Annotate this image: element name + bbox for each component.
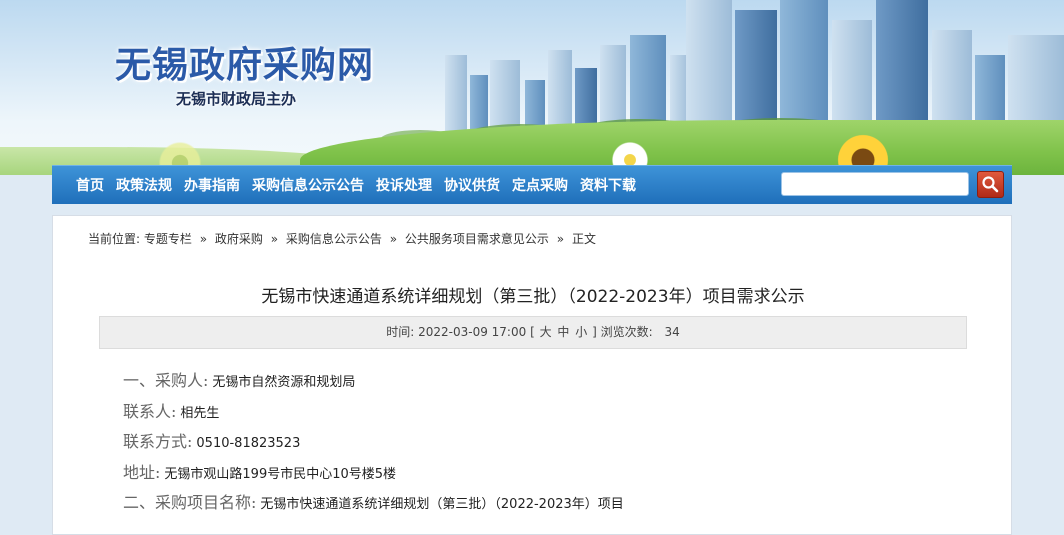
font-size-bracket-close: ] [592,325,597,339]
breadcrumb-item-gov-procurement[interactable]: 政府采购 [215,232,263,246]
article-body: 一、采购人: 无锡市自然资源和规划局 联系人: 相先生 联系方式: 0510-8182… [123,366,624,519]
line-value: 无锡市自然资源和规划局 [212,375,356,390]
line-label: 联系人: [123,401,177,421]
article-line-address: 地址: 无锡市观山路199号市民中心10号楼5楼 [123,458,624,489]
breadcrumb-separator: » [199,232,208,246]
views-label: 浏览次数: [600,325,653,339]
breadcrumb-item-current: 正文 [571,232,596,246]
breadcrumb-separator: » [270,232,279,246]
line-label: 联系方式: [123,432,193,451]
publish-time: 2022-03-09 17:00 [418,325,527,339]
nav-item-policies[interactable]: 政策法规 [116,175,172,195]
article-line-purchaser: 一、采购人: 无锡市自然资源和规划局 [123,366,624,397]
font-size-medium-link[interactable]: 中 [557,325,569,339]
line-value: 无锡市观山路199号市民中心10号楼5楼 [164,466,397,482]
nav-item-procurement-notices[interactable]: 采购信息公示公告 [252,175,364,195]
breadcrumb: 当前位置: 专题专栏 » 政府采购 » 采购信息公示公告 » 公共服务项目需求意… [88,230,596,247]
nav-item-complaints[interactable]: 投诉处理 [376,175,432,195]
line-value: 相先生 [180,405,220,421]
site-subtitle: 无锡市财政局主办 [176,90,297,108]
breadcrumb-item-special-topics[interactable]: 专题专栏 [144,232,192,246]
font-size-bracket-open: [ [530,325,535,339]
breadcrumb-separator: » [556,232,565,246]
magnifier-icon [982,176,999,193]
line-label: 地址: [123,462,161,482]
line-value: 无锡市快速通道系统详细规划（第三批）（2022-2023年）项目 [260,497,624,512]
main-nav-bar: 首页 政策法规 办事指南 采购信息公示公告 投诉处理 协议供货 定点采购 资料下… [52,165,1012,204]
nav-item-home[interactable]: 首页 [76,175,104,195]
nav-item-agreement-supply[interactable]: 协议供货 [444,175,500,195]
time-label: 时间: [386,325,415,339]
nav-item-designated-procurement[interactable]: 定点采购 [512,175,568,195]
font-size-small-link[interactable]: 小 [575,325,587,339]
views-count: 34 [664,325,680,339]
article-line-project-name: 二、采购项目名称: 无锡市快速通道系统详细规划（第三批）（2022-2023年）项… [123,488,624,519]
article-panel: 当前位置: 专题专栏 » 政府采购 » 采购信息公示公告 » 公共服务项目需求意… [52,215,1012,535]
search-button[interactable] [977,171,1004,198]
article-line-phone: 联系方式: 0510-81823523 [123,427,624,458]
line-value: 0510-81823523 [196,436,301,451]
nav-item-guide[interactable]: 办事指南 [184,175,240,195]
font-size-large-link[interactable]: 大 [540,325,552,339]
nav-menu: 首页 政策法规 办事指南 采购信息公示公告 投诉处理 协议供货 定点采购 资料下… [52,166,648,204]
breadcrumb-separator: » [389,232,398,246]
breadcrumb-prefix: 当前位置: [88,232,141,246]
breadcrumb-item-public-service-opinion[interactable]: 公共服务项目需求意见公示 [405,232,549,246]
line-label: 二、采购项目名称: [123,493,257,512]
article-title: 无锡市快速通道系统详细规划（第三批）（2022-2023年）项目需求公示 [261,287,805,307]
nav-item-downloads[interactable]: 资料下载 [580,175,636,195]
site-title: 无锡政府采购网 [115,44,375,86]
article-line-contact: 联系人: 相先生 [123,397,624,428]
site-banner: 无锡政府采购网 无锡市财政局主办 [0,0,1064,175]
search-input[interactable] [781,172,969,196]
breadcrumb-item-procurement-notices[interactable]: 采购信息公示公告 [286,232,382,246]
line-label: 一、采购人: [123,371,209,390]
article-meta-bar: 时间: 2022-03-09 17:00 [ 大 中 小 ] 浏览次数: 34 [99,316,967,349]
